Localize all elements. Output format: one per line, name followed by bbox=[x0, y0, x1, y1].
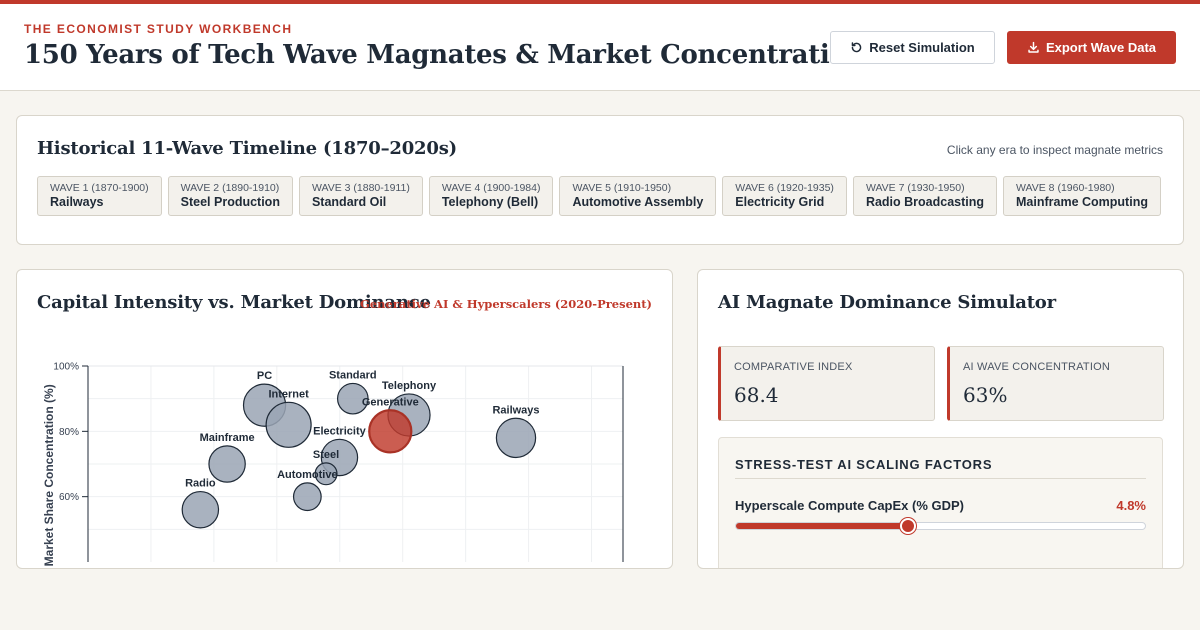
capex-slider-fill bbox=[736, 523, 908, 529]
wave-name: Radio Broadcasting bbox=[865, 195, 985, 209]
wave-period: WAVE 3 (1880-1911) bbox=[311, 182, 410, 194]
timeline-title: Historical 11-Wave Timeline (1870–2020s) bbox=[37, 138, 457, 159]
wave-tab-standard-oil[interactable]: WAVE 3 (1880-1911) Standard Oil bbox=[298, 176, 423, 216]
wave-period: WAVE 1 (1870-1900) bbox=[50, 182, 149, 194]
wave-tab-railways[interactable]: WAVE 1 (1870-1900) Railways bbox=[37, 176, 162, 216]
y-tick-label: 60% bbox=[59, 492, 79, 503]
simulator-card: AI Magnate Dominance Simulator COMPARATI… bbox=[697, 269, 1184, 569]
wave-name: Railways bbox=[50, 195, 104, 209]
comparative-index-card: COMPARATIVE INDEX 68.4 bbox=[718, 346, 935, 421]
wave-name: Standard Oil bbox=[311, 195, 387, 209]
divider bbox=[735, 478, 1146, 479]
y-tick-label: 100% bbox=[53, 362, 79, 373]
reset-label: Reset Simulation bbox=[869, 40, 975, 55]
bubble-label-railways: Railways bbox=[492, 404, 539, 416]
bubble-label-internet: Internet bbox=[268, 388, 309, 400]
wave-period: WAVE 5 (1910-1950) bbox=[572, 182, 672, 194]
bubble-generative bbox=[368, 409, 413, 454]
download-icon bbox=[1028, 41, 1039, 53]
bubble-internet bbox=[265, 401, 312, 448]
y-axis-label: Peak Market Share Concentration (%) bbox=[42, 384, 56, 568]
capex-slider[interactable] bbox=[735, 518, 1146, 534]
wave-period: WAVE 7 (1930-1950) bbox=[865, 182, 965, 194]
capex-slider-value: 4.8% bbox=[1116, 498, 1146, 513]
wave-name: Electricity Grid bbox=[735, 195, 825, 209]
page-title: 150 Years of Tech Wave Magnates & Market… bbox=[24, 40, 866, 70]
wave-tab-electricity[interactable]: WAVE 6 (1920-1935) Electricity Grid bbox=[722, 176, 847, 216]
wave-name: Mainframe Computing bbox=[1016, 195, 1148, 209]
scatter-chart: 100% 80% 60%Peak Market Share Concentratio… bbox=[42, 362, 624, 568]
reset-icon bbox=[851, 42, 862, 53]
bubble-label-pc: PC bbox=[257, 370, 272, 382]
bubble-label-automotive: Automotive bbox=[277, 469, 338, 481]
wave-period: WAVE 2 (1890-1910) bbox=[180, 182, 280, 194]
ai-wave-concentration-card: AI WAVE CONCENTRATION 63% bbox=[947, 346, 1164, 421]
wave-list: WAVE 1 (1870-1900) Railways WAVE 2 (1890-… bbox=[37, 176, 1161, 216]
timeline-card: Historical 11-Wave Timeline (1870–2020s)… bbox=[16, 115, 1184, 245]
timeline-hint: Click any era to inspect magnate metrics bbox=[946, 143, 1163, 157]
metric-value: 68.4 bbox=[734, 383, 779, 407]
bubble-label-electricity: Electricity bbox=[313, 425, 366, 437]
bubble-label-mainframe: Mainframe bbox=[200, 432, 255, 444]
bubble-label-standard: Standard bbox=[329, 369, 377, 381]
wave-period: WAVE 8 (1960-1980) bbox=[1016, 182, 1115, 194]
capex-slider-thumb[interactable] bbox=[899, 518, 916, 534]
wave-name: Steel Production bbox=[180, 195, 280, 209]
bubble-label-generative: Generative bbox=[362, 396, 419, 408]
capex-slider-label: Hyperscale Compute CapEx (% GDP) bbox=[735, 498, 965, 513]
chart-card: Capital Intensity vs. Market Dominance G… bbox=[16, 269, 673, 569]
wave-period: WAVE 6 (1920-1935) bbox=[735, 182, 834, 194]
export-wave-data-button[interactable]: Export Wave Data bbox=[1007, 31, 1176, 64]
page-header: THE ECONOMIST STUDY WORKBENCH 150 Years … bbox=[0, 4, 1200, 91]
wave-period: WAVE 4 (1900-1984) bbox=[441, 182, 541, 194]
export-label: Export Wave Data bbox=[1045, 40, 1157, 55]
kicker: THE ECONOMIST STUDY WORKBENCH bbox=[24, 22, 293, 36]
bubble-radio bbox=[181, 490, 220, 529]
wave-name: Automotive Assembly bbox=[572, 195, 704, 209]
stress-test-panel: STRESS-TEST AI SCALING FACTORS Hyperscal… bbox=[718, 437, 1163, 568]
metric-label: COMPARATIVE INDEX bbox=[734, 361, 853, 373]
simulator-title: AI Magnate Dominance Simulator bbox=[718, 292, 1056, 313]
metric-value: 63% bbox=[963, 383, 1008, 407]
bubble-label-radio: Radio bbox=[185, 478, 216, 490]
y-tick-label: 80% bbox=[59, 427, 79, 438]
bubble-label-steel: Steel bbox=[313, 449, 339, 461]
wave-tab-automotive[interactable]: WAVE 5 (1910-1950) Automotive Assembly bbox=[559, 176, 717, 216]
wave-tab-steel[interactable]: WAVE 2 (1890-1910) Steel Production bbox=[167, 176, 293, 216]
stress-test-title: STRESS-TEST AI SCALING FACTORS bbox=[735, 457, 993, 472]
reset-simulation-button[interactable]: Reset Simulation bbox=[830, 31, 995, 64]
bubble-automotive bbox=[292, 482, 322, 512]
bubble-railways bbox=[495, 417, 537, 459]
wave-name: Telephony (Bell) bbox=[441, 195, 539, 209]
metric-label: AI WAVE CONCENTRATION bbox=[963, 361, 1111, 373]
wave-tab-radio[interactable]: WAVE 7 (1930-1950) Radio Broadcasting bbox=[852, 176, 998, 216]
wave-tab-telephony[interactable]: WAVE 4 (1900-1984) Telephony (Bell) bbox=[428, 176, 554, 216]
wave-tab-mainframe[interactable]: WAVE 8 (1960-1980) Mainframe Computing bbox=[1003, 176, 1161, 216]
bubble-label-telephony: Telephony bbox=[382, 380, 437, 392]
